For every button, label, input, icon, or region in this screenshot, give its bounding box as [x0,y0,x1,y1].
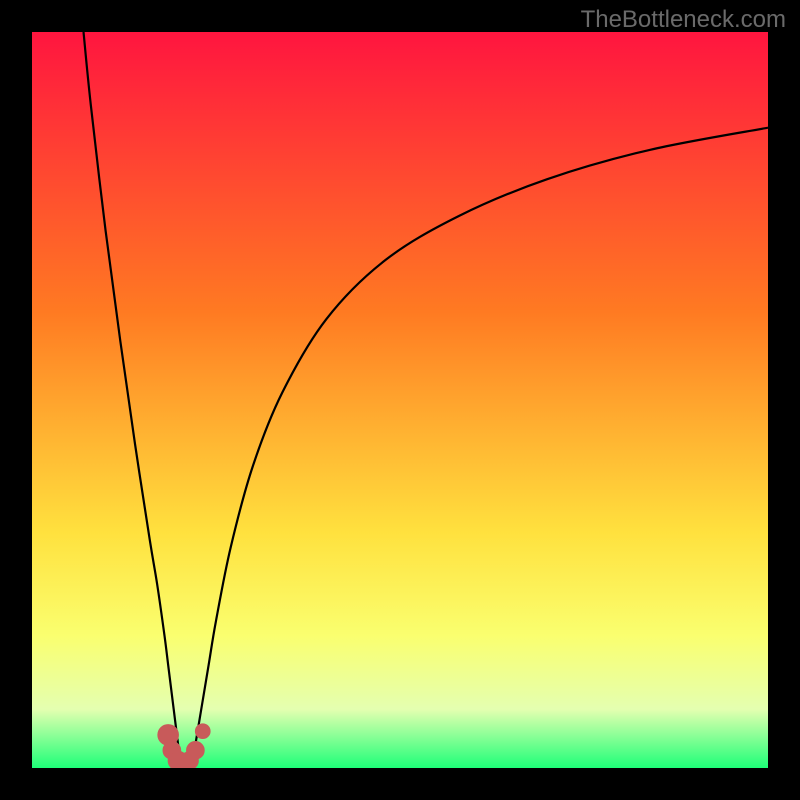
gradient-background [32,32,768,768]
watermark-text: TheBottleneck.com [581,6,786,34]
chart-svg [32,32,768,768]
marker-point-6 [195,724,210,739]
marker-point-5 [187,742,205,760]
chart-plot-area [32,32,768,768]
